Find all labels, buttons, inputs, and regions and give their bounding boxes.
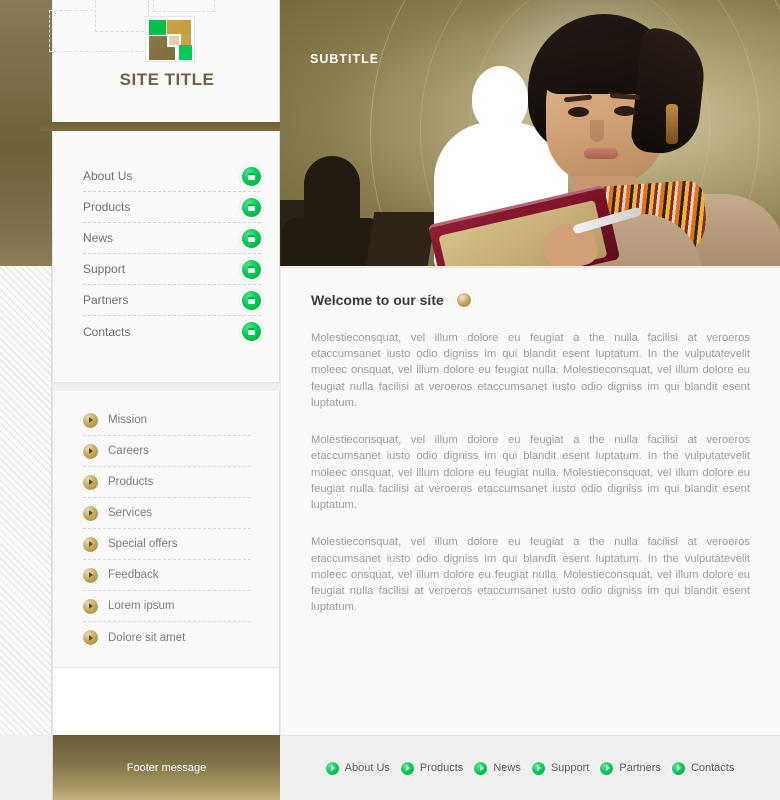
list-item-label: Careers <box>108 445 149 457</box>
logo-outline-decor-1 <box>95 0 149 32</box>
sidebar-item-label: News <box>83 231 114 245</box>
sidebar-link-list: Mission Careers Products Services Specia… <box>52 391 280 668</box>
main-content: Welcome to our site Molestieconsquat, ve… <box>280 267 780 735</box>
sidebar-item-about-us[interactable]: About Us <box>83 161 261 192</box>
list-item[interactable]: Services <box>83 498 251 529</box>
footer-link-label: About Us <box>344 762 390 774</box>
woman-eye-right <box>614 106 636 116</box>
sidebar-item-label: Partners <box>83 293 129 307</box>
content-paragraph: Molestieconsquat, vel illum dolore eu fe… <box>311 434 750 512</box>
gold-arrow-bullet-icon <box>83 505 98 521</box>
footer-link-support[interactable]: Support <box>531 761 590 775</box>
dark-silhouette-desk <box>365 212 437 266</box>
woman-earring <box>666 104 678 144</box>
site-title: SITE TITLE <box>119 70 215 89</box>
sidebar-item-label: Products <box>83 200 131 214</box>
green-play-bullet-icon <box>671 761 685 775</box>
woman-lips <box>584 148 618 159</box>
sidebar-item-products[interactable]: Products <box>83 192 261 223</box>
footer-message-box: Footer message <box>52 735 280 800</box>
green-play-bullet-icon <box>474 761 488 775</box>
footer-link-label: Partners <box>619 762 661 774</box>
list-item-label: Lorem ipsum <box>108 600 175 612</box>
green-play-bullet-icon <box>325 761 339 775</box>
sidebar-item-label: About Us <box>83 169 133 183</box>
footer-message-text: Footer message <box>126 761 207 774</box>
list-item[interactable]: Feedback <box>83 560 251 591</box>
footer-link-label: Support <box>550 762 590 774</box>
list-item-label: Dolore sit amet <box>108 631 186 644</box>
green-square-button-icon[interactable] <box>242 197 261 217</box>
gold-arrow-bullet-icon <box>83 536 98 552</box>
gold-arrow-bullet-icon <box>83 443 98 459</box>
gold-arrow-bullet-icon <box>83 412 98 428</box>
hero-subtitle: SUBTITLE <box>310 52 380 66</box>
logo-tile-green-bottom <box>179 45 192 60</box>
tiled-squares-logo-icon[interactable] <box>145 16 195 62</box>
left-striped-panel <box>0 266 52 735</box>
logo-panel: SITE TITLE <box>49 0 280 122</box>
list-item-label: Mission <box>108 414 147 426</box>
dark-silhouette-person <box>282 156 382 266</box>
list-item[interactable]: Lorem ipsum <box>83 591 251 622</box>
sidebar-item-news[interactable]: News <box>83 223 261 254</box>
list-item-label: Feedback <box>108 569 159 581</box>
gold-arrow-bullet-icon <box>83 598 98 614</box>
green-play-bullet-icon <box>600 761 614 775</box>
footer-link-label: Contacts <box>690 762 735 774</box>
list-item-label: Products <box>108 476 154 488</box>
page-root: SITE TITLE About Us Products News Suppor… <box>0 0 780 800</box>
footer-link-label: News <box>493 762 521 774</box>
list-item[interactable]: Products <box>83 467 251 498</box>
sidebar-item-support[interactable]: Support <box>83 254 261 285</box>
sidebar-item-contacts[interactable]: Contacts <box>83 316 261 347</box>
green-square-button-icon[interactable] <box>242 166 261 186</box>
footer-nav: About Us Products News Support Partners … <box>280 735 780 800</box>
list-item[interactable]: Careers <box>83 436 251 467</box>
sidebar-blank-panel <box>52 668 280 735</box>
header-olive-divider <box>40 122 280 131</box>
sidebar-item-label: Contacts <box>83 324 131 339</box>
sidebar-item-label: Support <box>83 262 126 276</box>
content-paragraph: Molestieconsquat, vel illum dolore eu fe… <box>311 332 750 409</box>
hero-photo-woman <box>427 8 780 266</box>
green-square-button-icon[interactable] <box>242 322 261 341</box>
green-play-bullet-icon <box>531 761 545 775</box>
footer-link-partners[interactable]: Partners <box>600 761 661 775</box>
list-item-label: Services <box>108 507 153 519</box>
gold-sphere-bullet-icon <box>456 293 471 307</box>
content-heading-row: Welcome to our site <box>311 292 750 308</box>
list-item[interactable]: Special offers <box>83 529 251 560</box>
hero-banner: SUBTITLE <box>280 0 780 266</box>
gold-arrow-bullet-icon <box>83 474 98 490</box>
green-square-button-icon[interactable] <box>242 290 261 310</box>
page-title: Welcome to our site <box>311 292 444 308</box>
footer-link-label: Products <box>419 762 464 774</box>
woman-nose <box>590 120 604 142</box>
gold-arrow-bullet-icon <box>83 567 98 583</box>
green-play-bullet-icon <box>400 761 414 775</box>
green-square-button-icon[interactable] <box>242 259 261 279</box>
content-paragraph: Molestieconsquat, vel illum dolore eu fe… <box>311 536 750 614</box>
list-item[interactable]: Mission <box>83 405 251 436</box>
list-item-label: Special offers <box>108 538 178 550</box>
footer-link-contacts[interactable]: Contacts <box>671 761 735 775</box>
footer-link-about-us[interactable]: About Us <box>325 761 390 775</box>
footer-link-news[interactable]: News <box>474 761 521 775</box>
logo-tile-green-small <box>149 20 166 35</box>
green-square-button-icon[interactable] <box>242 228 261 248</box>
gold-arrow-bullet-icon <box>83 630 98 645</box>
sidebar-item-partners[interactable]: Partners <box>83 285 261 316</box>
logo-outline-decor-3 <box>153 0 215 12</box>
footer-link-products[interactable]: Products <box>400 761 464 775</box>
left-olive-column <box>0 0 52 266</box>
woman-eye-left <box>568 107 589 117</box>
sidebar-main-nav: About Us Products News Support Partners … <box>52 131 280 383</box>
list-item[interactable]: Dolore sit amet <box>83 622 251 653</box>
